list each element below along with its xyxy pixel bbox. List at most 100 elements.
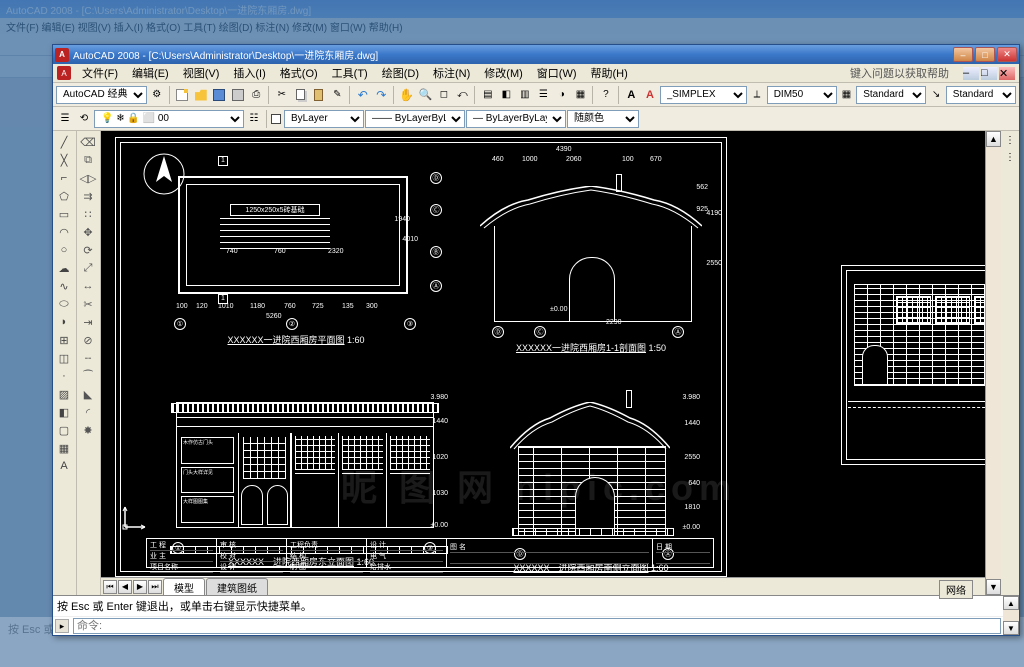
break-tool[interactable]: ╌ [78,349,98,367]
zoom-realtime-button[interactable]: 🔍 [417,86,435,104]
join-tool[interactable]: ⁀ [78,367,98,385]
gradient-tool[interactable]: ◧ [54,403,74,421]
text-style-icon2[interactable]: A [641,86,659,104]
scroll-down-button[interactable]: ▼ [986,579,1001,595]
tab-nav-next[interactable]: ▶ [133,580,147,594]
pan-button[interactable]: ✋ [398,86,416,104]
mirror-tool[interactable]: ◁▷ [78,169,98,187]
help-button[interactable]: ? [597,86,615,104]
mleader-style-select[interactable]: Standard [946,86,1016,104]
save-button[interactable] [211,86,229,104]
region-tool[interactable]: ▢ [54,421,74,439]
table-style-icon[interactable]: ▦ [838,86,856,104]
zoom-previous-button[interactable]: ⤺ [454,86,472,104]
lineweight-select[interactable]: — ByLayerByLayer [466,110,566,128]
revcloud-tool[interactable]: ☁ [54,259,74,277]
menu-format[interactable]: 格式(O) [273,63,325,83]
extend-tool[interactable]: ⇥ [78,313,98,331]
model-tab[interactable]: 模型 [163,578,205,596]
move-tool[interactable]: ✥ [78,223,98,241]
match-button[interactable]: ✎ [329,86,347,104]
text-style-select[interactable]: _SIMPLEX [660,86,748,104]
palette-handle-icon[interactable]: ⋮ [1005,135,1015,146]
layout-tab[interactable]: 建筑图纸 [206,578,268,596]
menu-tools[interactable]: 工具(T) [325,63,375,83]
layer-previous-button[interactable]: ⟲ [75,110,93,128]
menu-draw[interactable]: 绘图(D) [375,63,426,83]
line-tool[interactable]: ╱ [54,133,74,151]
menu-dimension[interactable]: 标注(N) [426,63,477,83]
hatch-tool[interactable]: ▨ [54,385,74,403]
sheet-set-button[interactable]: ☰ [535,86,553,104]
table-tool[interactable]: ▦ [54,439,74,457]
close-button[interactable]: ✕ [997,47,1017,62]
make-block-tool[interactable]: ◫ [54,349,74,367]
stretch-tool[interactable]: ↔ [78,277,98,295]
plot-button[interactable] [229,86,247,104]
table-style-select[interactable]: Standard [856,86,926,104]
drawing-canvas[interactable]: 1250x250x5砖基础 ① ② ③ Ⓐ Ⓑ Ⓒ [101,131,985,577]
zoom-window-button[interactable]: ◻ [435,86,453,104]
linetype-select[interactable]: —— ByLayerByLayer [365,110,465,128]
tool-palettes-button[interactable]: ▥ [516,86,534,104]
menu-file[interactable]: 文件(F) [75,63,125,83]
menu-insert[interactable]: 插入(I) [226,63,272,83]
cmd-scroll-up[interactable]: ▲ [1003,596,1019,610]
mleader-style-icon[interactable]: ↘ [927,86,945,104]
workspace-settings-button[interactable]: ⚙ [148,86,166,104]
new-button[interactable] [173,86,191,104]
mdi-minimize-button[interactable]: – [963,67,979,80]
break-point-tool[interactable]: ⊘ [78,331,98,349]
scroll-track[interactable] [986,147,1001,579]
tab-nav-first[interactable]: ⏮ [103,580,117,594]
array-tool[interactable]: ∷ [78,205,98,223]
mdi-close-button[interactable]: ✕ [999,67,1015,80]
menu-view[interactable]: 视图(V) [176,63,227,83]
polyline-tool[interactable]: ⌐ [54,169,74,187]
arc-tool[interactable]: ◠ [54,223,74,241]
menu-modify[interactable]: 修改(M) [477,63,530,83]
palette-handle-icon[interactable]: ⋮ [1005,152,1015,163]
scale-tool[interactable]: ⤢ [78,259,98,277]
paste-button[interactable] [310,86,328,104]
properties-button[interactable]: ▤ [479,86,497,104]
fillet-tool[interactable]: ◜ [78,403,98,421]
erase-tool[interactable]: ⌫ [78,133,98,151]
circle-tool[interactable]: ○ [54,241,74,259]
chamfer-tool[interactable]: ◣ [78,385,98,403]
menu-help[interactable]: 帮助(H) [584,63,635,83]
copy-button[interactable] [292,86,310,104]
menu-window[interactable]: 窗口(W) [530,63,584,83]
cmd-scroll-down[interactable]: ▼ [1003,621,1019,635]
offset-tool[interactable]: ⇉ [78,187,98,205]
color-select[interactable]: ByLayer [284,110,364,128]
cut-button[interactable]: ✂ [273,86,291,104]
xline-tool[interactable]: ╳ [54,151,74,169]
maximize-button[interactable]: □ [975,47,995,62]
publish-button[interactable]: ⎙ [248,86,266,104]
layer-states-button[interactable]: ☷ [245,110,263,128]
insert-block-tool[interactable]: ⊞ [54,331,74,349]
text-style-icon[interactable]: A [623,86,641,104]
explode-tool[interactable]: ✸ [78,421,98,439]
dim-style-icon[interactable]: ⟂ [748,86,766,104]
scroll-up-button[interactable]: ▲ [986,131,1001,147]
rectangle-tool[interactable]: ▭ [54,205,74,223]
mtext-tool[interactable]: A [54,457,74,475]
command-input[interactable] [73,618,1001,634]
rotate-tool[interactable]: ⟳ [78,241,98,259]
help-hint[interactable]: 键入问题以获取帮助 [850,65,957,81]
menu-edit[interactable]: 编辑(E) [125,63,176,83]
tab-nav-prev[interactable]: ◀ [118,580,132,594]
undo-button[interactable]: ↶ [354,86,372,104]
minimize-button[interactable]: – [953,47,973,62]
polygon-tool[interactable]: ⬠ [54,187,74,205]
open-button[interactable] [192,86,210,104]
trim-tool[interactable]: ✂ [78,295,98,313]
redo-button[interactable]: ↷ [373,86,391,104]
tab-nav-last[interactable]: ⏭ [148,580,162,594]
ellipse-arc-tool[interactable]: ◗ [54,313,74,331]
design-center-button[interactable]: ◧ [498,86,516,104]
command-scrollbar[interactable]: ▲ ▼ [1003,596,1019,635]
mdi-restore-button[interactable]: □ [981,67,997,80]
